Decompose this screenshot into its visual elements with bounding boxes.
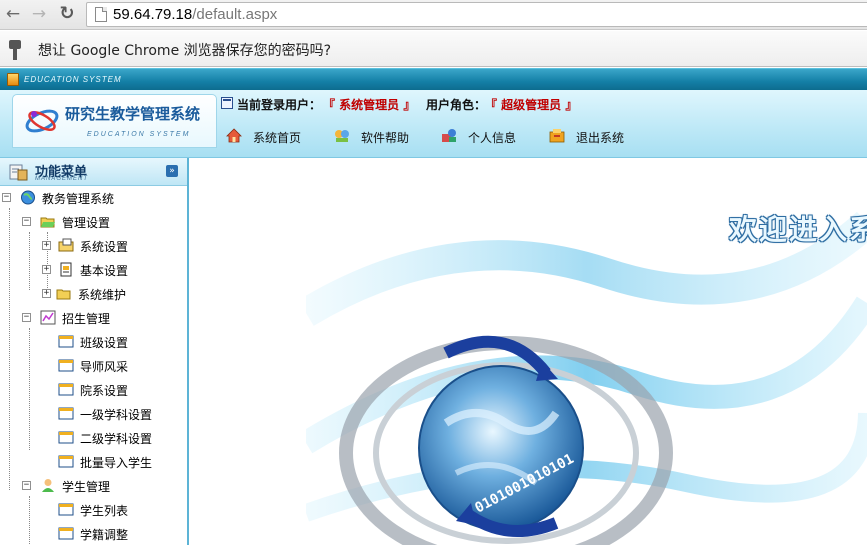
current-user-value: 『 系统管理员 』 (323, 98, 416, 112)
welcome-heading: 欢迎进入系统 (729, 213, 867, 246)
globe-icon (21, 190, 35, 205)
expand-toggle-icon[interactable]: + (42, 241, 51, 250)
logo-subtitle: EDUCATION SYSTEM (87, 131, 191, 138)
folder-open-icon (40, 217, 55, 228)
tree-label: 一级学科设置 (80, 408, 153, 422)
back-arrow-icon[interactable]: ← (2, 3, 24, 25)
expand-toggle-icon[interactable]: + (42, 265, 51, 274)
main-content: 0101001010101 欢迎进入系统 (191, 158, 867, 545)
function-menu-tree: − 教务管理系统 − 管理设置 + 系统设置 + 基本设置 + 系统维护 − 招… (0, 188, 187, 545)
nav-logout-label: 退出系统 (576, 131, 625, 145)
help-icon (335, 130, 349, 142)
menu-header: 功能菜单 MANAGEMENT » (0, 158, 187, 186)
browser-toolbar: ← → ↻ 59.64.79.18/default.aspx (0, 0, 867, 30)
sidebar: 功能菜单 MANAGEMENT » − 教务管理系统 − 管理设置 + 系统设置… (0, 158, 189, 545)
tree-label: 学生列表 (80, 504, 129, 518)
logo: 研究生教学管理系统 EDUCATION SYSTEM (12, 94, 217, 148)
tree-label: 院系设置 (80, 384, 129, 398)
logo-title: 研究生教学管理系统 (65, 105, 201, 123)
tree-label: 学籍调整 (80, 528, 129, 542)
app-strip-text: EDUCATION SYSTEM (24, 75, 122, 84)
url-path: /default.aspx (192, 6, 278, 23)
window-icon (58, 503, 74, 516)
tree-label: 批量导入学生 (80, 456, 153, 470)
logout-icon (549, 129, 565, 143)
tools-icon (9, 164, 28, 181)
home-icon (226, 128, 242, 143)
chart-icon (40, 310, 56, 325)
window-icon (58, 335, 74, 348)
page-icon (95, 7, 107, 22)
window-icon (58, 455, 74, 468)
nav-help-label: 软件帮助 (361, 131, 410, 145)
window-icon (58, 407, 74, 420)
app-header: 研究生教学管理系统 EDUCATION SYSTEM 当前登录用户： 『 系统管… (0, 90, 867, 158)
document-icon (60, 262, 72, 277)
url-text[interactable]: 59.64.79.18/default.aspx (113, 6, 277, 23)
infobar-message: 想让 Google Chrome 浏览器保存您的密码吗? (38, 43, 332, 59)
user-role-label: 用户角色： (426, 98, 487, 112)
tree-label: 学生管理 (62, 480, 111, 494)
key-icon (8, 40, 22, 60)
forward-arrow-icon[interactable]: → (28, 3, 50, 25)
tree-label: 二级学科设置 (80, 432, 153, 446)
user-info-icon (442, 129, 456, 142)
collapse-toggle-icon[interactable]: − (22, 481, 31, 490)
tree-label: 导师风采 (80, 360, 129, 374)
user-role-value: 『 超级管理员 』 (485, 98, 578, 112)
nav-profile-label: 个人信息 (468, 131, 517, 145)
collapse-toggle-icon[interactable]: − (22, 217, 31, 226)
menu-subtitle: MANAGEMENT (35, 176, 89, 182)
reload-icon[interactable]: ↻ (56, 3, 78, 25)
window-icon (58, 431, 74, 444)
expand-toggle-icon[interactable]: + (42, 289, 51, 298)
app-title-strip: EDUCATION SYSTEM (0, 68, 867, 90)
collapse-toggle-icon[interactable]: − (22, 313, 31, 322)
window-icon (58, 527, 74, 540)
save-password-infobar: 想让 Google Chrome 浏览器保存您的密码吗? (0, 31, 867, 67)
tree-label: 基本设置 (80, 264, 129, 278)
tree-label: 系统维护 (78, 288, 127, 302)
collapse-menu-button[interactable]: » (166, 165, 178, 177)
collapse-toggle-icon[interactable]: − (2, 193, 11, 202)
app-strip-icon (7, 73, 19, 86)
current-user-label: 当前登录用户： (237, 98, 322, 112)
settings-folder-icon (58, 238, 74, 252)
tree-label: 班级设置 (80, 336, 129, 350)
window-icon (58, 359, 74, 372)
person-icon (42, 479, 54, 492)
tree-label: 教务管理系统 (42, 192, 115, 206)
folder-icon (56, 289, 71, 300)
logo-emblem-icon (25, 109, 59, 133)
tree-label: 管理设置 (62, 216, 111, 230)
address-bar[interactable]: 59.64.79.18/default.aspx (86, 2, 867, 27)
window-icon (58, 383, 74, 396)
monitor-icon (221, 97, 233, 109)
tree-label: 招生管理 (62, 312, 111, 326)
nav-home-label: 系统首页 (253, 131, 302, 145)
tree-label: 系统设置 (80, 240, 129, 254)
url-host: 59.64.79.18 (113, 6, 193, 23)
